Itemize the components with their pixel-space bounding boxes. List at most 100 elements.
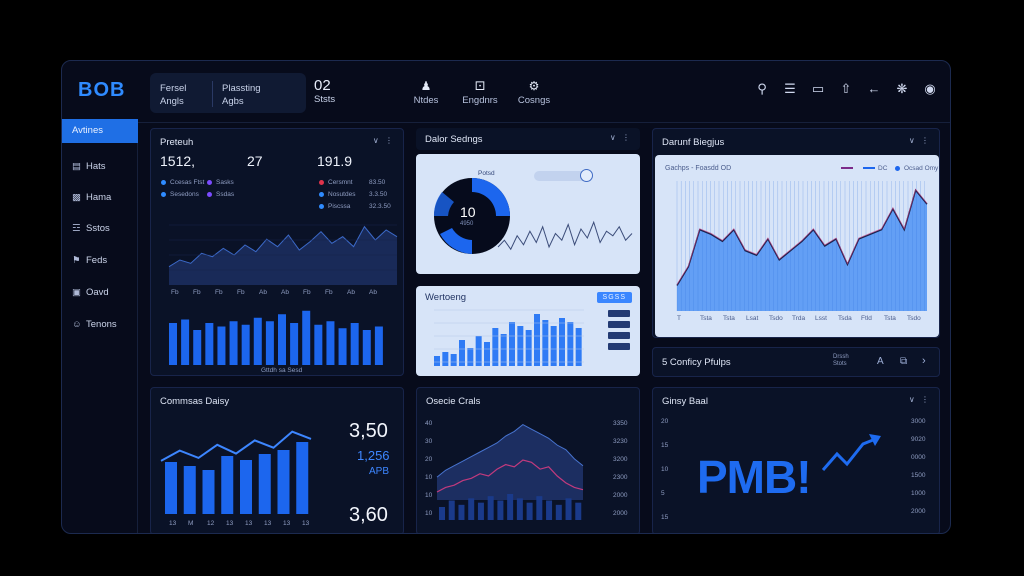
sidebar-item-oavd[interactable]: ▣ Oavd <box>62 281 138 305</box>
print-icon[interactable]: ▭ <box>810 81 826 97</box>
dice-icon: ⚀ <box>474 79 486 93</box>
legend-item: Ocsad Omy <box>895 165 938 172</box>
nav-item-ntdes[interactable]: ♟ Ntdes <box>396 79 456 106</box>
bar <box>575 502 582 520</box>
panel-title: Dalor Sedngs <box>425 134 483 145</box>
legend <box>608 310 630 350</box>
bar <box>492 328 499 366</box>
kpi-value-a: 3,50 <box>349 420 388 442</box>
x-tick: Fb <box>171 289 179 296</box>
bar-trend-chart <box>160 430 312 514</box>
x-tick: Lsat <box>746 315 759 322</box>
bar <box>467 348 474 366</box>
chart-caption: Gttdh sa Sesd <box>261 367 303 374</box>
app-logo[interactable]: BOB <box>78 79 125 102</box>
y-tick: 2300 <box>613 474 628 481</box>
chevron-down-icon[interactable]: ∨ ⋮ <box>373 136 395 145</box>
kpi-label-b: APB <box>369 466 390 477</box>
chevron-right-icon[interactable]: › <box>922 355 926 367</box>
bar <box>526 502 533 520</box>
legend-item: Nosutdes <box>319 191 355 198</box>
bar <box>517 326 524 366</box>
search-icon[interactable]: ⚲ <box>754 81 770 97</box>
y-tick: 3000 <box>911 418 926 425</box>
chevron-down-icon[interactable]: ∨ ⋮ <box>610 133 632 142</box>
x-tick: Ftld <box>861 315 872 322</box>
strip-button-stats[interactable]: Drssh Stots <box>833 354 853 368</box>
bar <box>559 318 565 366</box>
bar <box>516 498 523 520</box>
top-bar: BOB Fersel Angls Plassting Agbs 02 Ststs… <box>62 61 950 123</box>
bar <box>546 500 553 520</box>
x-tick: M <box>188 520 194 527</box>
sidebar-item-tenons[interactable]: ☺ Tenons <box>62 313 138 337</box>
legend-swatch <box>608 343 630 350</box>
y-tick: 15 <box>661 442 669 449</box>
y-tick: 15 <box>661 514 669 521</box>
sidebar-item-feds[interactable]: ⚑ Feds <box>62 249 138 273</box>
chevron-down-icon[interactable]: ∨ ⋮ <box>909 395 931 404</box>
share-icon[interactable]: ⇧ <box>838 81 854 97</box>
area-fill <box>169 226 397 285</box>
strip-button-a[interactable]: A <box>877 356 884 367</box>
x-tick: Ab <box>369 289 377 296</box>
back-arrow-icon[interactable]: ← <box>866 81 882 97</box>
bar <box>555 504 562 520</box>
nav-item-cosngs[interactable]: ⚙ Cosngs <box>504 79 564 106</box>
y-tick: 3200 <box>613 456 628 463</box>
legend-value: 32.3.50 <box>369 203 391 210</box>
filter-pill-a[interactable]: Fersel Angls <box>160 82 186 108</box>
chevron-down-icon[interactable]: ∨ ⋮ <box>909 136 931 145</box>
y-tick: 1000 <box>911 490 926 497</box>
x-tick: Tsdo <box>769 315 783 322</box>
pill-divider <box>212 81 213 107</box>
filter-icon[interactable]: ☰ <box>782 81 798 97</box>
filter-pill-b[interactable]: Plassting Agbs <box>222 82 261 108</box>
bar <box>350 323 359 365</box>
nav-item-engdnrs[interactable]: ⚀ Engdnrs <box>450 79 510 106</box>
copy-icon[interactable]: ⧉ <box>900 356 907 367</box>
area-line-chart <box>676 181 928 311</box>
y-tick: 20 <box>661 418 669 425</box>
panel-dalor-header: Dalor Sedngs ∨ ⋮ <box>416 128 640 150</box>
dashboard-window: BOB Fersel Angls Plassting Agbs 02 Ststs… <box>61 60 951 534</box>
bar <box>507 494 514 520</box>
slider-handle[interactable] <box>580 169 593 182</box>
donut-value: 10 <box>460 204 476 220</box>
x-tick: 13 <box>283 520 291 527</box>
bar <box>475 336 482 366</box>
settings-icon[interactable]: ❋ <box>894 81 910 97</box>
sidebar-item-hats[interactable]: ▤ Hats <box>62 155 138 179</box>
line-chart-area: Gachps - Foasdd OD DC Ocsad Omy T Tsta Tst… <box>655 155 939 337</box>
x-tick: 13 <box>264 520 272 527</box>
legend-item: DC <box>863 165 887 172</box>
y-tick: 3350 <box>613 420 628 427</box>
list-icon: ☲ <box>72 223 81 234</box>
bar <box>240 460 252 514</box>
panel-confic-strip: 5 Conficy Pfulps Drssh Stots A ⧉ › <box>652 347 940 377</box>
bar <box>265 321 274 365</box>
sidebar-item-hama[interactable]: ▩ Hama <box>62 186 138 210</box>
panel-title: Preteuh <box>160 137 194 148</box>
stat-3: 191.9 <box>317 153 353 169</box>
bar <box>536 496 543 520</box>
x-tick: Trda <box>792 315 806 322</box>
panel-osecie-crals: Osecie Crals 40 30 20 10 10 10 3350 3230 3200 230… <box>416 387 640 533</box>
strip-title: 5 Conficy Pfulps <box>662 357 731 368</box>
sidebar-item-avtines[interactable]: Avtines <box>62 119 138 143</box>
x-tick: Lsst <box>815 315 827 322</box>
kpi-value-c: 3,60 <box>349 504 388 526</box>
y-tick: 40 <box>425 420 433 427</box>
y-tick: 3230 <box>613 438 628 445</box>
panel-title: Osecie Crals <box>426 396 481 407</box>
status-badge[interactable]: SGSS <box>596 292 632 303</box>
area-fill <box>437 424 583 500</box>
panel-dalor-sedngs: 10 4950 Potsd <box>416 154 640 274</box>
alert-icon[interactable]: ◉ <box>922 81 938 97</box>
settings-icon: ☺ <box>72 319 82 330</box>
toolbar-icons: ⚲ ☰ ▭ ⇧ ← ❋ ◉ <box>754 81 938 97</box>
stat-1: 1512, <box>160 153 196 169</box>
sidebar-item-sstos[interactable]: ☲ Sstos <box>62 217 138 241</box>
x-tick: Fb <box>215 289 223 296</box>
gear-icon: ⚙ <box>528 79 540 93</box>
